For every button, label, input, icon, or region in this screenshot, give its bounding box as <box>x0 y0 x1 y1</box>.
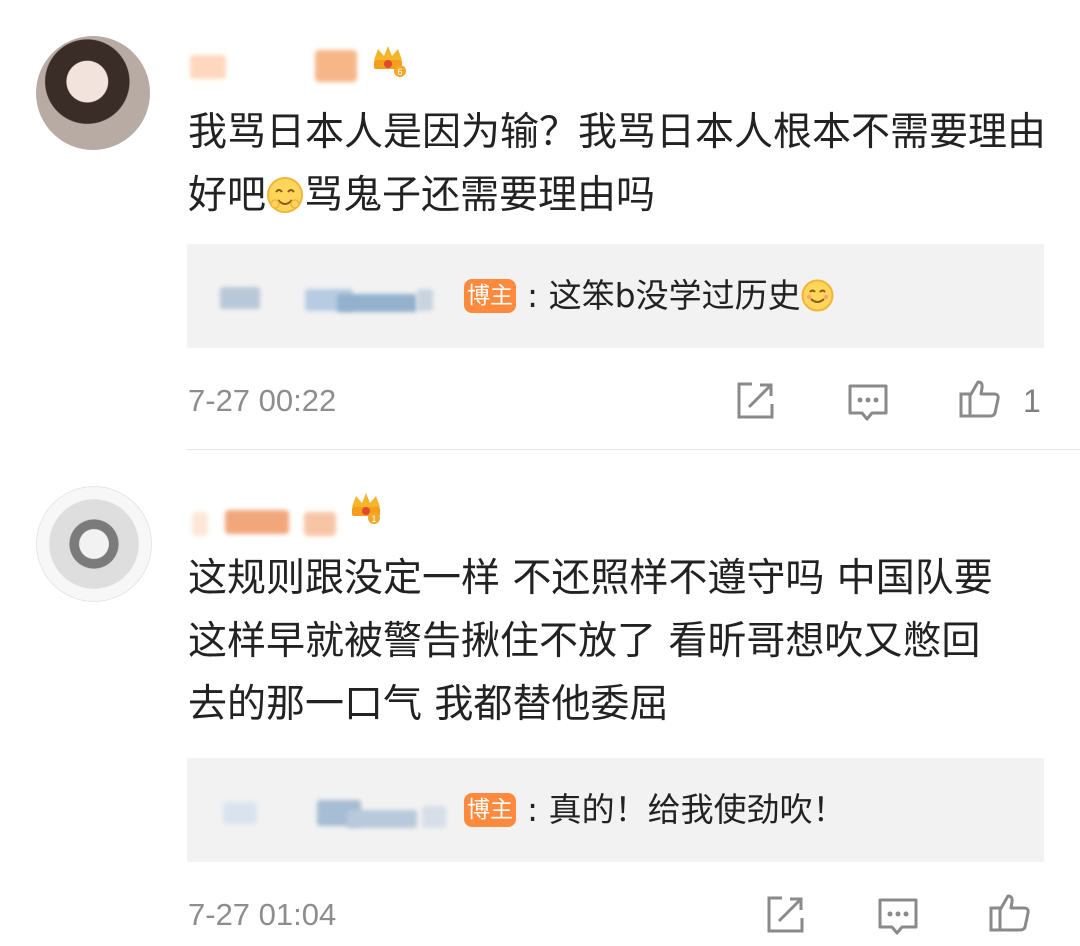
reply-box[interactable]: 博主 : 真的！给我使劲吹！ <box>187 758 1044 862</box>
reply-username-blurred <box>223 802 257 824</box>
comment-text: 这规则跟没定一样 不还照样不遵守吗 中国队要这样早就被警告揪住不放了 看昕哥想吹… <box>188 556 993 727</box>
comment-item: 6 我骂日本人是因为输？我骂日本人根本不需要理由好吧 骂鬼子还需要理由吗 博主 :… <box>0 0 1080 450</box>
thumbs-up-icon[interactable] <box>987 890 1033 936</box>
comment-timestamp: 7-27 00:22 <box>188 383 337 418</box>
comment-timestamp: 7-27 01:04 <box>188 897 337 932</box>
like-count: 1 <box>1023 383 1041 419</box>
smile-face-emoji <box>801 279 834 312</box>
share-icon[interactable] <box>732 378 778 424</box>
avatar[interactable] <box>36 36 150 150</box>
reply-username-blurred <box>422 806 446 828</box>
reply-username-blurred <box>347 810 417 828</box>
username-blurred[interactable] <box>315 50 357 82</box>
reply-username-blurred <box>417 289 433 311</box>
svg-text:1: 1 <box>371 514 376 524</box>
reply-username-blurred <box>337 294 417 312</box>
vip-crown-icon: 1 <box>346 487 386 527</box>
username-blurred[interactable] <box>190 55 226 79</box>
comment-icon[interactable] <box>845 380 891 426</box>
reply-box[interactable]: 博主 : 这笨b没学过历史 <box>187 244 1044 348</box>
hug-face-emoji <box>266 170 304 213</box>
username-blurred[interactable] <box>225 510 289 534</box>
username-blurred[interactable] <box>192 512 208 536</box>
blogger-badge: 博主 <box>464 793 516 827</box>
comment-text: 我骂日本人是因为输？我骂日本人根本不需要理由好吧 骂鬼子还需要理由吗 <box>188 110 1047 218</box>
svg-text:6: 6 <box>397 67 402 77</box>
share-icon[interactable] <box>762 892 808 938</box>
comment-icon[interactable] <box>875 894 921 940</box>
reply-text: : 真的！给我使劲吹！ <box>527 790 846 829</box>
username-blurred[interactable] <box>304 512 336 536</box>
reply-username-blurred <box>220 287 260 309</box>
thumbs-up-icon[interactable] <box>957 376 1003 422</box>
avatar[interactable] <box>36 486 152 602</box>
blogger-badge: 博主 <box>464 279 516 313</box>
reply-text: : 这笨b没学过历史 <box>527 276 834 316</box>
vip-crown-icon: 6 <box>368 40 408 80</box>
comment-item: 1 这规则跟没定一样 不还照样不遵守吗 中国队要这样早就被警告揪住不放了 看昕哥… <box>0 450 1080 946</box>
